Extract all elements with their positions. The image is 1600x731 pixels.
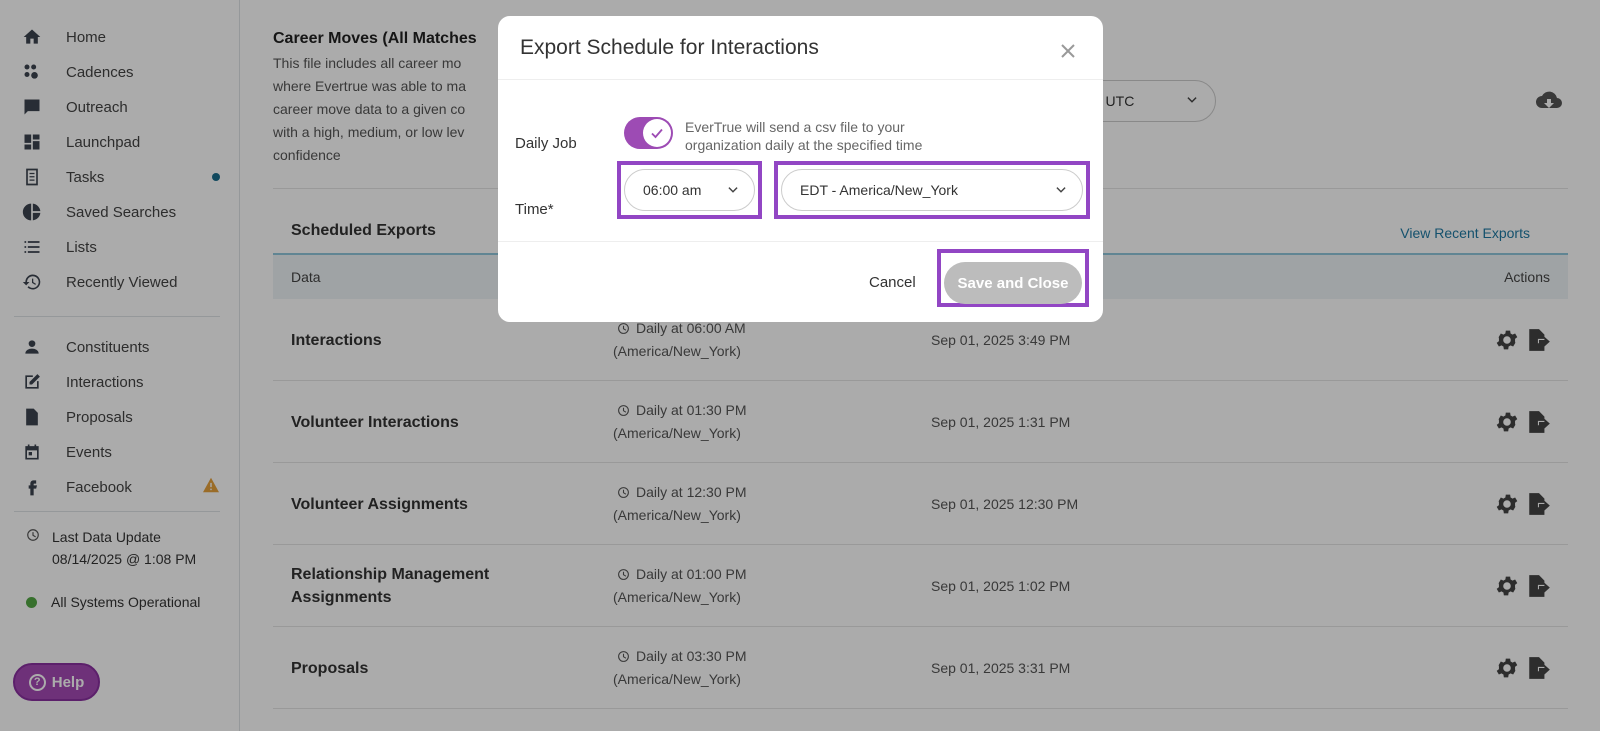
modal-divider <box>498 241 1103 242</box>
timezone-select-value: EDT - America/New_York <box>800 182 958 198</box>
daily-job-description: EverTrue will send a csv file to your or… <box>685 119 923 153</box>
timezone-select[interactable]: EDT - America/New_York <box>781 169 1083 211</box>
time-select[interactable]: 06:00 am <box>624 169 755 211</box>
modal-divider <box>498 79 1103 80</box>
cancel-button[interactable]: Cancel <box>869 274 916 291</box>
chevron-down-icon <box>1054 183 1068 200</box>
save-and-close-button[interactable]: Save and Close <box>944 262 1082 304</box>
time-label: Time* <box>515 201 554 218</box>
check-icon <box>643 119 671 147</box>
daily-job-toggle[interactable] <box>624 117 673 149</box>
export-schedule-modal: Export Schedule for Interactions Daily J… <box>498 16 1103 322</box>
modal-title: Export Schedule for Interactions <box>520 36 819 59</box>
close-icon[interactable] <box>1059 42 1077 60</box>
chevron-down-icon <box>726 183 740 200</box>
time-select-value: 06:00 am <box>643 182 702 198</box>
daily-job-label: Daily Job <box>515 135 577 152</box>
